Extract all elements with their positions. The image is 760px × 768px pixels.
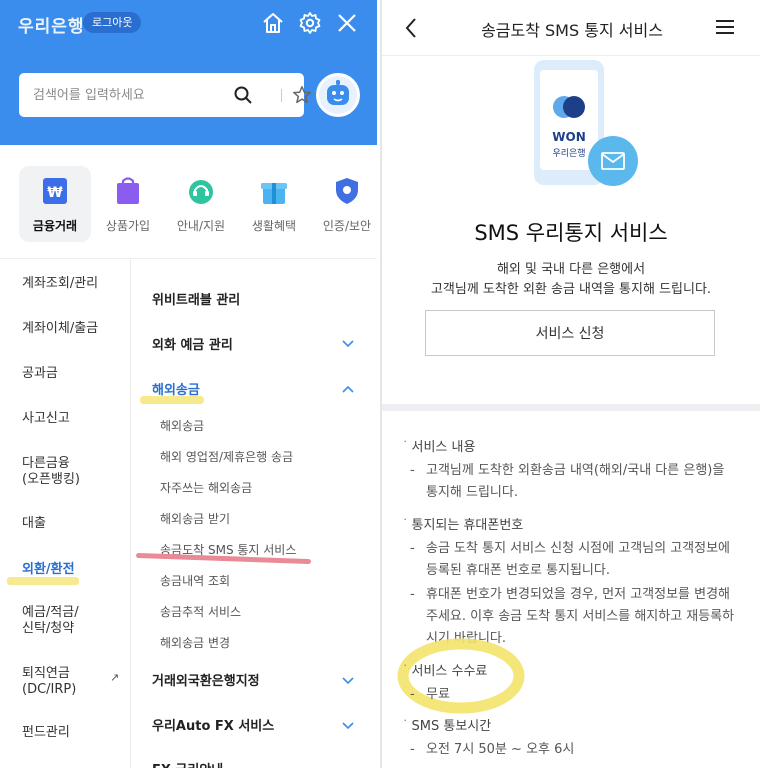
category-benefits[interactable]: 생활혜택 [238, 166, 310, 242]
category-label: 금융거래 [32, 219, 78, 233]
section-divider [382, 404, 760, 411]
page-header: 송금도착 SMS 통지 서비스 [382, 0, 760, 56]
won-logo-icon [553, 96, 585, 118]
mail-badge [588, 136, 638, 186]
chevron-down-icon[interactable] [342, 722, 354, 730]
submenu: 위비트래블 관리 외화 예금 관리 해외송금 해외송금 해외 영업점/제휴은행 … [132, 259, 377, 768]
submenu-auto-fx[interactable]: 우리Auto FX 서비스 [152, 715, 274, 734]
chevron-down-icon[interactable] [342, 677, 354, 685]
sidebar-item-accident-report[interactable]: 사고신고 [22, 411, 70, 427]
gift-icon [261, 183, 287, 204]
won-label: WON [552, 130, 586, 144]
category-label: 생활혜택 [251, 219, 297, 233]
category-finance[interactable]: ₩ 금융거래 [19, 166, 91, 242]
section-title: 서비스 수수료 [411, 664, 488, 679]
search-divider [281, 89, 282, 102]
submenu-wibee-travel[interactable]: 위비트래블 관리 [152, 289, 240, 308]
sidebar: 계좌조회/관리 계좌이체/출금 공과금 사고신고 다른금융 (오픈뱅킹) 대출 … [0, 259, 131, 768]
category-products[interactable]: 상품가입 [92, 166, 164, 242]
service-description-line1: 해외 및 국내 다른 은행에서 [496, 262, 646, 277]
submenu-fx-rate[interactable]: FX 금리안내 [152, 759, 223, 768]
favorite-star-icon[interactable] [291, 84, 313, 106]
submenu-item[interactable]: 자주쓰는 해외송금 [160, 479, 252, 496]
sidebar-item-deposit-savings[interactable]: 예금/적금/ 신탁/청약 [22, 605, 79, 637]
list-item: - 오전 7시 50분 ~ 오후 6시 [410, 742, 575, 757]
sidebar-item-fund[interactable]: 펀드관리 [22, 725, 70, 741]
section-title: SMS 통보시간 [411, 719, 492, 734]
yellow-highlight-mark [7, 577, 79, 585]
envelope-icon [601, 152, 625, 170]
chatbot-avatar[interactable] [316, 73, 360, 117]
submenu-item[interactable]: 송금내역 조회 [160, 572, 230, 589]
page-title: 송금도착 SMS 통지 서비스 [481, 21, 663, 40]
sidebar-item-utility[interactable]: 공과금 [22, 366, 58, 382]
svg-text:₩: ₩ [47, 185, 63, 201]
chevron-up-icon[interactable] [342, 385, 354, 393]
list-item: - 송금 도착 통지 서비스 신청 시점에 고객님의 고객정보에 등록된 휴대폰 … [410, 541, 731, 578]
home-icon[interactable] [261, 11, 285, 35]
service-heading: SMS 우리통지 서비스 [474, 221, 668, 245]
section-title: 통지되는 휴대폰번호 [411, 518, 524, 533]
chevron-down-icon[interactable] [342, 340, 354, 348]
category-label: 인증/보안 [322, 219, 372, 233]
sidebar-item-loan[interactable]: 대출 [22, 516, 46, 532]
apply-service-button[interactable]: 서비스 신청 [425, 310, 715, 356]
search-box [19, 73, 311, 117]
shopping-bag-icon [117, 177, 139, 204]
submenu-item[interactable]: 송금추적 서비스 [160, 603, 241, 620]
sidebar-item-foreign-exchange[interactable]: 외환/환전 [22, 562, 75, 578]
sidebar-item-transfer[interactable]: 계좌이체/출금 [22, 321, 98, 337]
category-label: 상품가입 [105, 219, 151, 233]
section-service-content: ˙ 서비스 내용 [402, 440, 476, 455]
list-item: - 무료 [410, 687, 450, 702]
menu-header: 우리은행 로그아웃 [0, 0, 377, 145]
category-row: ₩ 금융거래 상품가입 안내/지원 생활혜택 인증/보안 [0, 166, 377, 242]
submenu-designated-bank[interactable]: 거래외국환은행지정 [152, 670, 260, 689]
submenu-item[interactable]: 해외송금 변경 [160, 634, 230, 651]
section-title: 서비스 내용 [411, 440, 476, 455]
category-auth[interactable]: 인증/보안 [311, 166, 377, 242]
service-description-line2: 고객님께 도착한 외환 송금 내역을 통지해 드립니다. [430, 282, 712, 297]
list-item: - 고객님께 도착한 외환송금 내역(해외/국내 다른 은행)을 통지해 드립니다… [410, 463, 725, 500]
section-phone-number: ˙ 통지되는 휴대폰번호 [402, 518, 524, 533]
menu-panel: 우리은행 로그아웃 검색어를 입력하세요 ₩ 금융거래 상품가입 안내/지원 생… [0, 0, 377, 768]
search-icon[interactable] [233, 85, 253, 105]
sidebar-item-pension[interactable]: 퇴직연금 (DC/IRP) [22, 666, 76, 698]
search-input[interactable] [19, 73, 229, 117]
category-support[interactable]: 안내/지원 [165, 166, 237, 242]
sidebar-item-account-inquiry[interactable]: 계좌조회/관리 [22, 276, 98, 292]
submenu-item[interactable]: 해외송금 [160, 417, 204, 434]
gear-icon[interactable] [298, 11, 322, 35]
won-card-icon: ₩ [43, 178, 67, 204]
bank-logo: 우리은행 [18, 17, 85, 37]
close-icon[interactable] [335, 11, 359, 35]
section-sms-time: ˙ SMS 통보시간 [402, 719, 492, 734]
logout-button[interactable]: 로그아웃 [83, 12, 142, 33]
submenu-overseas-remittance[interactable]: 해외송금 [152, 379, 200, 398]
hamburger-menu-icon[interactable] [716, 20, 734, 34]
submenu-fx-deposit[interactable]: 외화 예금 관리 [152, 334, 233, 353]
external-link-icon: ↗ [110, 671, 120, 684]
submenu-item[interactable]: 해외송금 받기 [160, 510, 230, 527]
section-service-fee: ˙ 서비스 수수료 [402, 664, 488, 679]
sidebar-item-open-banking[interactable]: 다른금융 (오픈뱅킹) [22, 456, 80, 488]
shield-icon [336, 178, 358, 204]
headset-icon [189, 180, 213, 204]
category-label: 안내/지원 [176, 219, 226, 233]
robot-icon [327, 80, 349, 105]
submenu-item[interactable]: 해외 영업점/제휴은행 송금 [160, 448, 293, 465]
sms-service-page: 송금도착 SMS 통지 서비스 WON 우리은행 SMS 우리통지 서비스 해외… [380, 0, 760, 768]
